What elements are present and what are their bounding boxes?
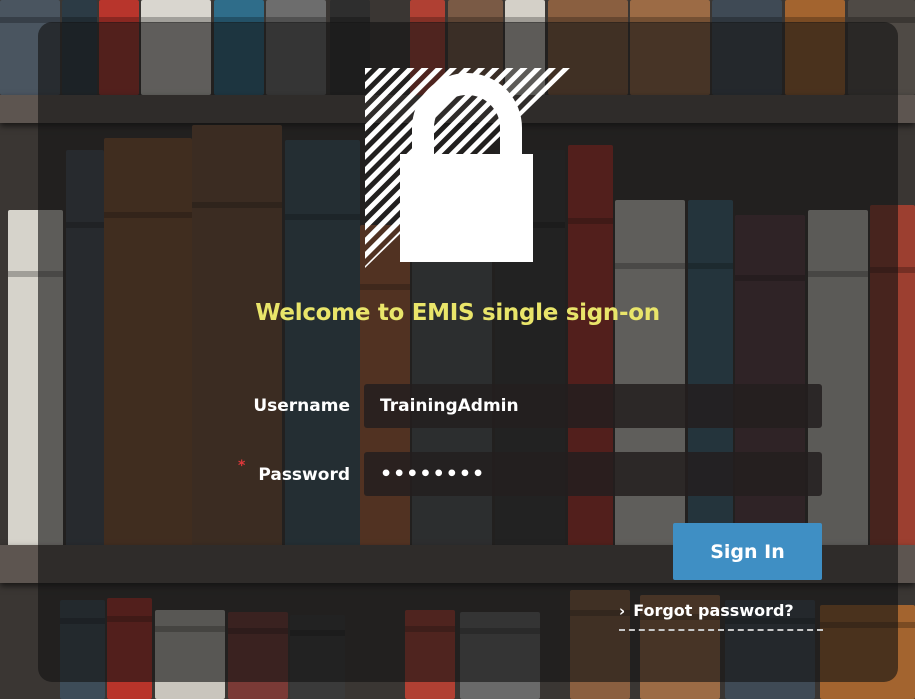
page-title: Welcome to EMIS single sign-on — [255, 300, 660, 326]
password-field[interactable]: •••••••• — [364, 452, 822, 496]
forgot-password-label: Forgot password? — [633, 601, 794, 620]
sign-in-button[interactable]: Sign In — [673, 523, 822, 580]
username-field[interactable] — [364, 384, 822, 428]
username-label: Username — [253, 396, 350, 416]
password-label: Password — [258, 465, 350, 485]
forgot-password-link[interactable]: › Forgot password? — [619, 601, 823, 631]
chevron-right-icon: › — [619, 602, 626, 620]
padlock-icon — [365, 68, 570, 268]
